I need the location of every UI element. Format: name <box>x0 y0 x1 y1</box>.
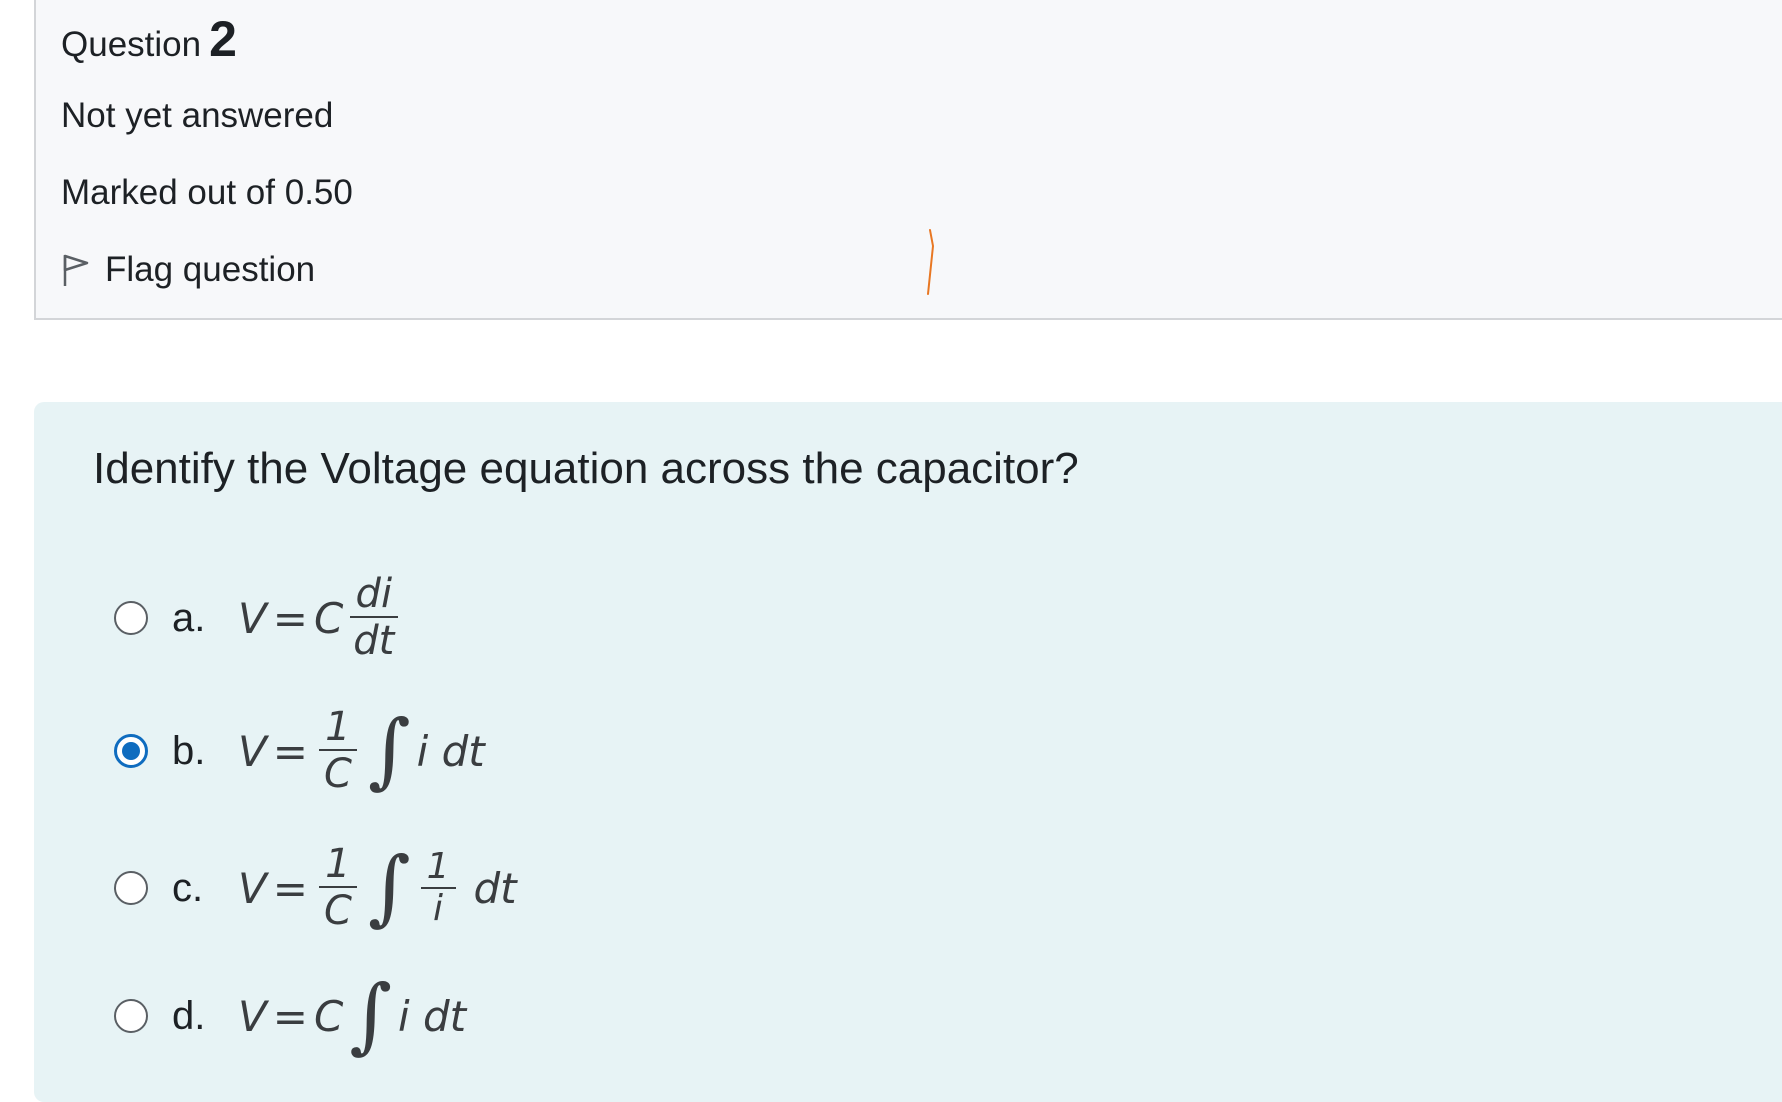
answer-d-formula: V = C ∫ i dt <box>238 975 466 1057</box>
formula-fraction: 1 C <box>318 842 358 934</box>
answer-option-b[interactable]: b. V = 1 C ∫ i dt <box>114 705 485 797</box>
formula-equals: = <box>272 991 308 1041</box>
fraction-numerator: di <box>349 572 399 618</box>
fraction-denominator: C <box>323 751 352 797</box>
answer-option-c[interactable]: c. V = 1 C ∫ 1 i dt <box>114 842 517 934</box>
answer-b-radio[interactable] <box>114 734 148 768</box>
formula-c: C <box>313 991 344 1041</box>
question-text: Identify the Voltage equation across the… <box>93 444 1079 493</box>
formula-v: V <box>238 991 267 1041</box>
formula-c: C <box>313 593 344 643</box>
fraction-denominator: dt <box>353 618 395 664</box>
fraction-numerator: 1 <box>319 705 357 751</box>
answer-d-radio[interactable] <box>114 999 148 1033</box>
flag-icon <box>63 254 89 286</box>
question-grade: Marked out of 0.50 <box>61 173 353 212</box>
inner-fraction-numerator: 1 <box>420 847 456 889</box>
formula-body: i dt <box>398 991 467 1041</box>
answer-a-radio[interactable] <box>114 601 148 635</box>
flag-question-link[interactable]: Flag question <box>61 250 315 290</box>
formula-inner-fraction: 1 i <box>420 847 456 929</box>
formula-equals: = <box>272 593 308 643</box>
annotation-mark <box>927 229 935 295</box>
answer-c-label: c. <box>172 865 204 910</box>
formula-v: V <box>238 593 267 643</box>
answer-b-label: b. <box>172 728 206 773</box>
answer-option-d[interactable]: d. V = C ∫ i dt <box>114 975 466 1057</box>
inner-fraction-denominator: i <box>433 888 444 929</box>
flag-question-label: Flag question <box>105 250 316 289</box>
formula-equals: = <box>272 726 308 776</box>
integral-sign: ∫ <box>349 968 392 1063</box>
answer-d-label: d. <box>172 993 206 1038</box>
formula-fraction: 1 C <box>318 705 358 797</box>
answer-b-formula: V = 1 C ∫ i dt <box>238 705 485 797</box>
formula-body: i dt <box>416 726 485 776</box>
fraction-denominator: C <box>323 888 352 934</box>
fraction-numerator: 1 <box>319 842 357 888</box>
answer-c-radio[interactable] <box>114 871 148 905</box>
integral-sign: ∫ <box>367 703 411 798</box>
question-word: Question <box>61 25 202 64</box>
answer-a-formula: V = C di dt <box>238 572 404 664</box>
question-state: Not yet answered <box>61 96 334 135</box>
formula-v: V <box>238 726 267 776</box>
formula-v: V <box>238 863 267 913</box>
question-number: 2 <box>209 11 237 67</box>
answer-option-a[interactable]: a. V = C di dt <box>114 572 404 664</box>
formula-equals: = <box>272 863 308 913</box>
question-heading: Question 2 <box>61 10 237 68</box>
question-info-panel: Question 2 Not yet answered Marked out of… <box>34 0 1782 320</box>
answer-a-label: a. <box>172 595 206 640</box>
answer-c-formula: V = 1 C ∫ 1 i dt <box>238 842 517 934</box>
formula-fraction: di dt <box>347 572 400 664</box>
formula-tail: dt <box>473 863 517 913</box>
integral-sign: ∫ <box>367 840 411 935</box>
